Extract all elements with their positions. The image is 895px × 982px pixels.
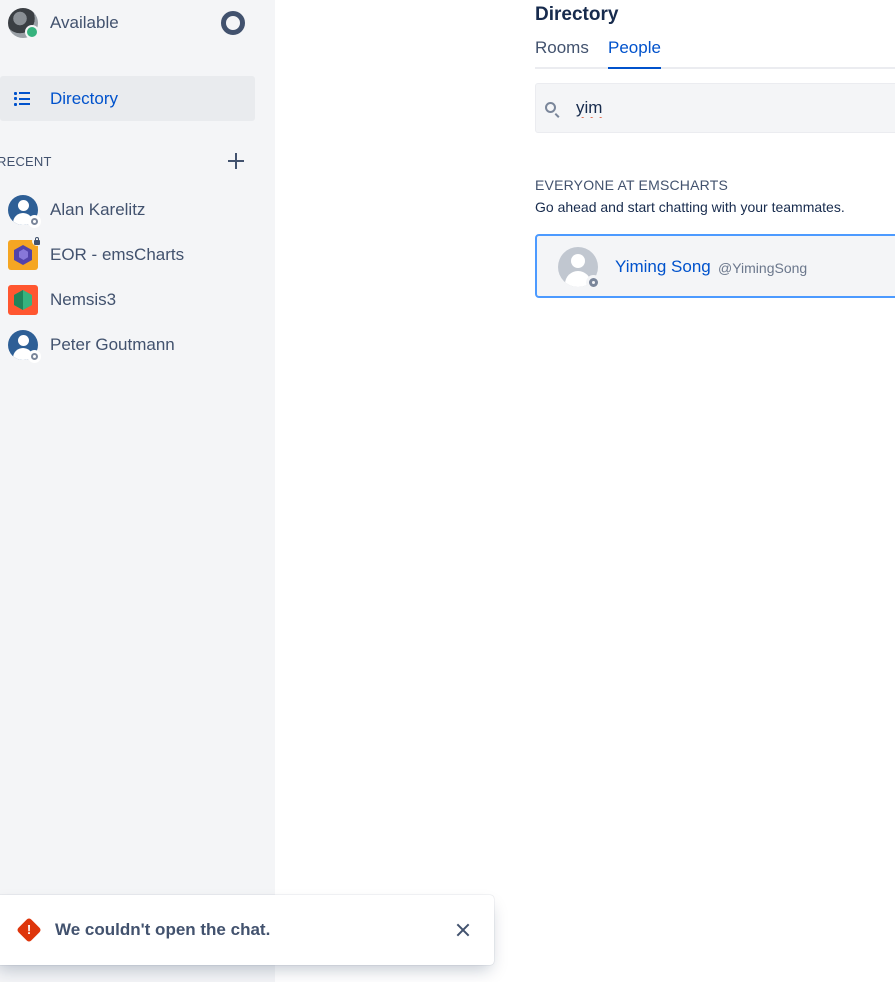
lock-icon (32, 236, 42, 246)
recent-title: RECENT (0, 153, 52, 169)
search-icon (545, 102, 556, 113)
search-box[interactable] (535, 83, 895, 133)
status-label: Available (50, 13, 119, 32)
room-icon (8, 285, 38, 315)
toast-message: We couldn't open the chat. (55, 920, 271, 939)
sidebar: Available Directory RECENT Alan Karelitz… (0, 0, 275, 982)
sidebar-item-directory[interactable]: Directory (0, 76, 255, 121)
recent-section-header: RECENT (0, 150, 250, 172)
person-handle: @YimingSong (718, 260, 808, 276)
recent-item-label: Nemsis3 (50, 290, 117, 309)
recent-item-label: Peter Goutmann (50, 335, 175, 354)
online-presence-icon (25, 25, 39, 39)
offline-presence-icon (28, 215, 41, 228)
exclamation-icon: ! (26, 922, 32, 937)
private-room-icon (8, 236, 42, 270)
recent-item-peter-goutmann[interactable]: Peter Goutmann (8, 329, 248, 363)
user-avatar-icon (8, 330, 41, 363)
main-panel: Directory Rooms People EVERYONE AT EMSCH… (275, 0, 895, 982)
tab-bar: Rooms People (535, 36, 895, 69)
offline-presence-icon (28, 350, 41, 363)
person-name[interactable]: Yiming Song (615, 257, 711, 277)
status-selector[interactable]: Available (8, 7, 253, 39)
user-avatar-icon (558, 247, 601, 290)
recent-item-label: EOR - emsCharts (50, 245, 185, 264)
list-icon (14, 91, 30, 106)
error-toast: ! We couldn't open the chat. (0, 895, 494, 965)
tab-rooms[interactable]: Rooms (535, 38, 589, 65)
person-result-card[interactable]: Yiming Song @YimingSong (535, 234, 895, 298)
recent-item-alan-karelitz[interactable]: Alan Karelitz (8, 194, 248, 228)
tab-people[interactable]: People (608, 38, 661, 69)
recent-item-nemsis3[interactable]: Nemsis3 (8, 284, 248, 316)
recent-item-label: Alan Karelitz (50, 200, 146, 219)
sidebar-item-label: Directory (50, 88, 119, 108)
offline-presence-icon (586, 275, 601, 290)
recent-item-eor-emscharts[interactable]: EOR - emsCharts (8, 236, 248, 271)
user-avatar-icon (8, 195, 41, 228)
section-subtitle: Go ahead and start chatting with your te… (535, 199, 845, 215)
status-ring-icon[interactable] (221, 11, 245, 35)
section-title: EVERYONE AT EMSCHARTS (535, 177, 728, 193)
page-title: Directory (535, 4, 619, 25)
add-icon[interactable] (228, 153, 244, 169)
user-avatar[interactable] (8, 8, 39, 39)
search-input[interactable] (576, 96, 876, 120)
close-icon[interactable] (456, 923, 470, 937)
